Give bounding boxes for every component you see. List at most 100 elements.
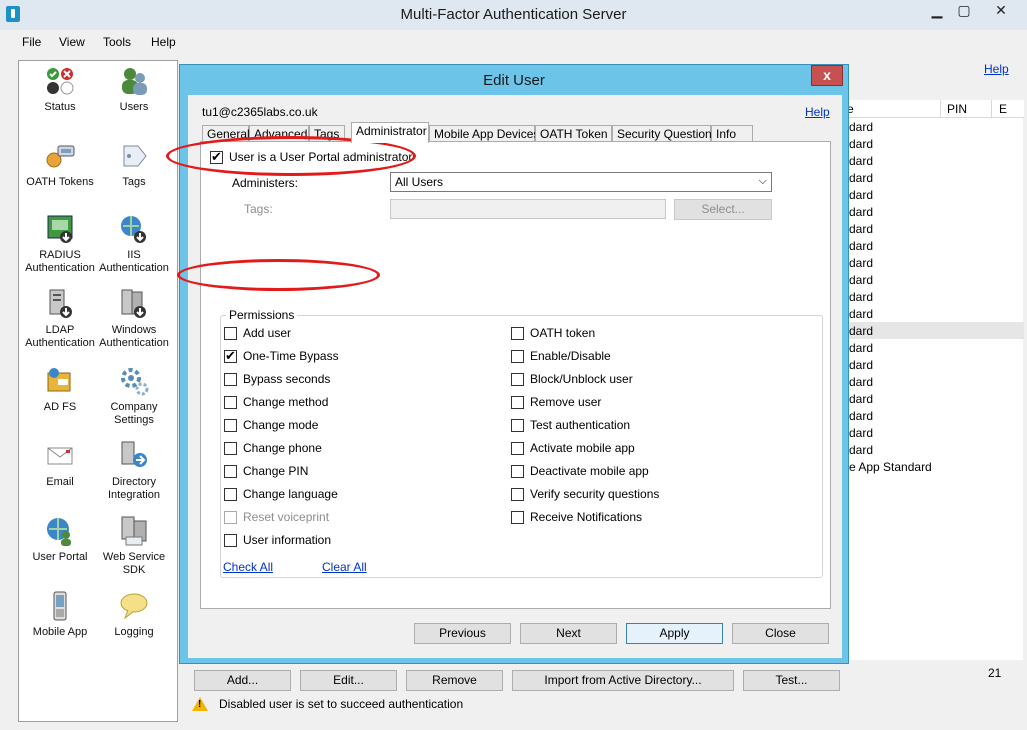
sidebar-item-company-settings[interactable]: Company Settings xyxy=(97,365,171,427)
clear-all-link[interactable]: Clear All xyxy=(322,560,367,574)
list-item[interactable]: dard xyxy=(849,137,873,151)
sidebar-item-email[interactable]: Email xyxy=(23,440,97,489)
administers-label: Administers: xyxy=(232,176,299,190)
list-item[interactable]: dard xyxy=(849,324,873,338)
menu-bar: File View Tools Help xyxy=(0,30,1027,54)
edit-button[interactable]: Edit... xyxy=(300,670,397,691)
tab-tags[interactable]: Tags xyxy=(309,125,345,142)
permission-checkbox[interactable] xyxy=(511,396,524,409)
permission-checkbox[interactable] xyxy=(224,419,237,432)
sidebar-item-ldap[interactable]: LDAP Authentication xyxy=(23,288,97,350)
remove-button[interactable]: Remove xyxy=(406,670,503,691)
column-header[interactable]: E xyxy=(999,102,1007,116)
list-item[interactable]: dard xyxy=(849,256,873,270)
permission-checkbox[interactable] xyxy=(511,442,524,455)
list-item[interactable]: dard xyxy=(849,171,873,185)
list-item[interactable]: dard xyxy=(849,307,873,321)
sidebar-item-radius[interactable]: RADIUS Authentication xyxy=(23,213,97,275)
tab-administrator[interactable]: Administrator xyxy=(351,122,429,143)
permissions-title: Permissions xyxy=(226,308,298,322)
sidebar-item-status[interactable]: Status xyxy=(23,65,97,114)
tab-security-questions[interactable]: Security Questions xyxy=(612,125,718,142)
permission-checkbox[interactable] xyxy=(224,373,237,386)
menu-tools[interactable]: Tools xyxy=(103,35,131,49)
sidebar-item-web-service-sdk[interactable]: Web Service SDK xyxy=(97,515,171,577)
list-item[interactable]: dard xyxy=(849,205,873,219)
menu-view[interactable]: View xyxy=(59,35,85,49)
list-item[interactable]: dard xyxy=(849,120,873,134)
permission-checkbox[interactable] xyxy=(511,465,524,478)
list-item[interactable]: dard xyxy=(849,409,873,423)
sidebar-label: Logging xyxy=(114,626,154,638)
users-list: e PIN E dard dard dard dard dard dard dard dard… xyxy=(836,100,1024,660)
sidebar-item-user-portal[interactable]: User Portal xyxy=(23,515,97,564)
portal-admin-checkbox[interactable] xyxy=(210,149,223,165)
main-help-link[interactable]: Help xyxy=(984,62,1009,76)
list-item[interactable]: dard xyxy=(849,341,873,355)
tab-oath-token[interactable]: OATH Token xyxy=(535,125,612,142)
dialog-help-link[interactable]: Help xyxy=(805,105,830,119)
permission-checkbox[interactable] xyxy=(224,465,237,478)
list-item[interactable]: dard xyxy=(849,222,873,236)
list-item[interactable]: dard xyxy=(849,273,873,287)
test-button[interactable]: Test... xyxy=(743,670,840,691)
permission-label: Reset voiceprint xyxy=(243,510,330,524)
tab-info[interactable]: Info xyxy=(711,125,753,142)
list-item[interactable]: dard xyxy=(849,443,873,457)
ldap-icon xyxy=(49,289,72,318)
sidebar-item-directory-integration[interactable]: Directory Integration xyxy=(97,440,171,502)
list-item[interactable]: dard xyxy=(849,392,873,406)
permission-checkbox[interactable] xyxy=(224,348,237,364)
sidebar-label: Mobile App xyxy=(32,626,88,638)
next-button[interactable]: Next xyxy=(520,623,617,644)
sidebar-item-mobile-app[interactable]: Mobile App xyxy=(23,590,97,639)
menu-help[interactable]: Help xyxy=(151,35,176,49)
close-window-button[interactable]: ✕ xyxy=(978,0,1024,22)
list-item[interactable]: dard xyxy=(849,154,873,168)
permission-checkbox[interactable] xyxy=(511,373,524,386)
close-button[interactable]: Close xyxy=(732,623,829,644)
sidebar-item-iis[interactable]: IIS Authentication xyxy=(97,213,171,275)
permission-checkbox[interactable] xyxy=(224,488,237,501)
maximize-button[interactable]: ▢ xyxy=(951,0,977,22)
tab-mobile-app-devices[interactable]: Mobile App Devices xyxy=(429,125,539,142)
check-all-link[interactable]: Check All xyxy=(223,560,273,574)
sidebar-item-oath-tokens[interactable]: OATH Tokens xyxy=(23,140,97,189)
column-header-pin[interactable]: PIN xyxy=(947,102,967,116)
list-item[interactable]: dard xyxy=(849,290,873,304)
add-button[interactable]: Add... xyxy=(194,670,291,691)
sidebar-item-windows-auth[interactable]: Windows Authentication xyxy=(97,288,171,350)
permission-checkbox[interactable] xyxy=(224,442,237,455)
permission-label: One-Time Bypass xyxy=(243,349,339,363)
permission-checkbox[interactable] xyxy=(511,419,524,432)
previous-button[interactable]: Previous xyxy=(414,623,511,644)
tab-advanced[interactable]: Advanced xyxy=(249,125,309,142)
list-item[interactable]: dard xyxy=(849,358,873,372)
permission-checkbox[interactable] xyxy=(511,488,524,501)
import-from-ad-button[interactable]: Import from Active Directory... xyxy=(512,670,734,691)
tab-general[interactable]: General xyxy=(202,125,250,142)
minimize-button[interactable]: ▁ xyxy=(924,0,950,22)
administrator-tab-panel: User is a User Portal administrator Admi… xyxy=(200,141,831,609)
permission-checkbox[interactable] xyxy=(224,534,237,547)
list-item[interactable]: dard xyxy=(849,375,873,389)
permission-checkbox[interactable] xyxy=(511,350,524,363)
sidebar-item-adfs[interactable]: AD FS xyxy=(23,365,97,414)
list-item[interactable]: e App Standard xyxy=(849,460,932,474)
sidebar-item-tags[interactable]: Tags xyxy=(97,140,171,189)
list-item[interactable]: dard xyxy=(849,239,873,253)
administers-select[interactable]: All Users ⌵ xyxy=(390,172,772,192)
sidebar-label: LDAP Authentication xyxy=(25,324,95,349)
permission-checkbox[interactable] xyxy=(511,511,524,524)
permission-checkbox[interactable] xyxy=(511,327,524,340)
list-item[interactable]: dard xyxy=(849,426,873,440)
users-icon xyxy=(122,68,147,95)
dialog-close-button[interactable]: x xyxy=(811,65,843,86)
permission-checkbox[interactable] xyxy=(224,327,237,340)
list-item[interactable]: dard xyxy=(849,188,873,202)
permission-checkbox[interactable] xyxy=(224,396,237,409)
sidebar-item-users[interactable]: Users xyxy=(97,65,171,114)
apply-button[interactable]: Apply xyxy=(626,623,723,644)
menu-file[interactable]: File xyxy=(22,35,41,49)
sidebar-item-logging[interactable]: Logging xyxy=(97,590,171,639)
